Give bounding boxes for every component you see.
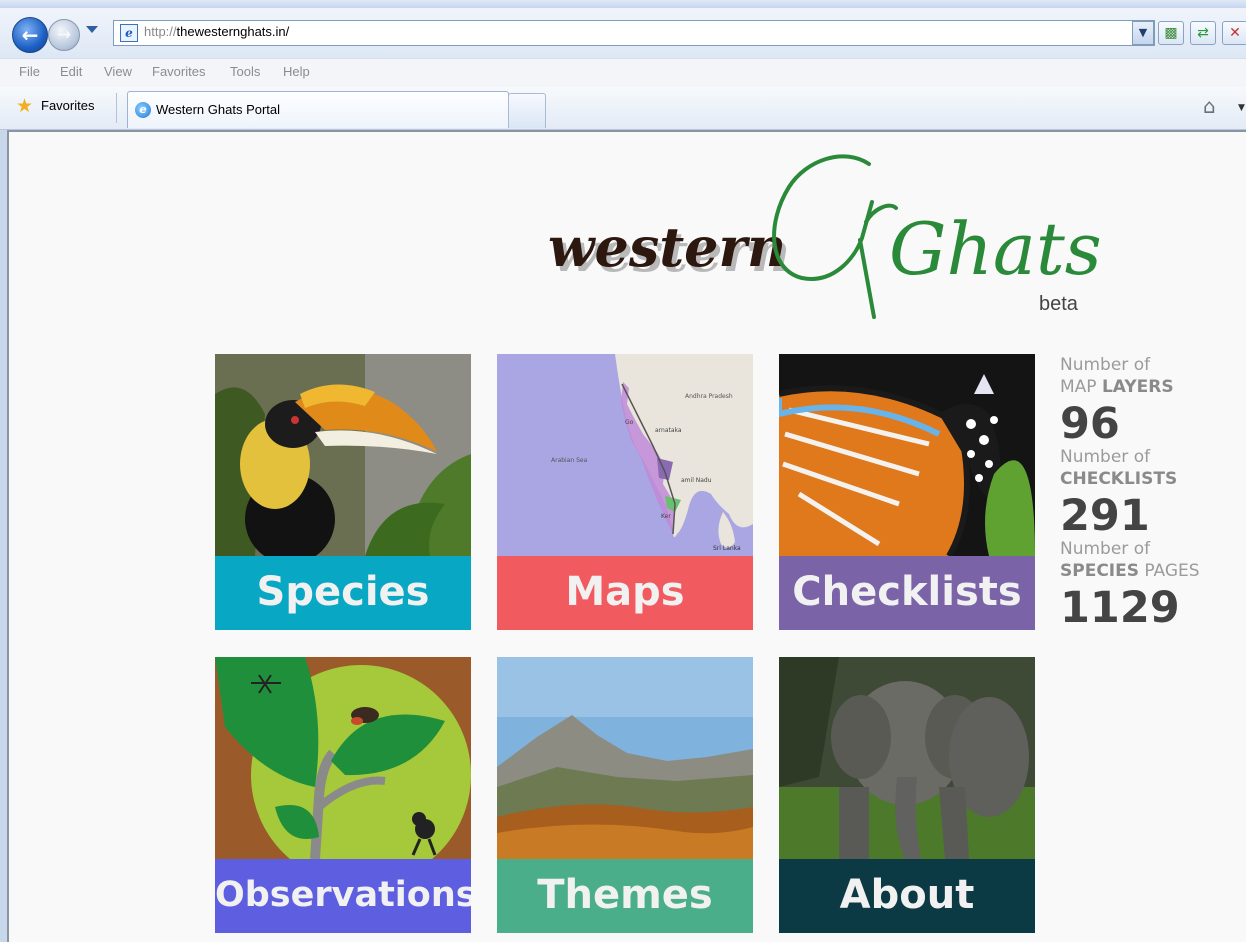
observations-label: Observations [215, 875, 471, 915]
menu-bar: File Edit View Favorites Tools Help [0, 58, 1246, 87]
active-tab[interactable]: e Western Ghats Portal [127, 91, 509, 128]
tile-species[interactable]: Species [215, 354, 471, 630]
about-label-bar: About [779, 859, 1035, 933]
back-button[interactable]: ← [12, 17, 48, 53]
about-label: About [839, 872, 975, 918]
back-arrow-icon: ← [21, 23, 39, 47]
address-url[interactable]: http://thewesternghats.in/ [144, 24, 289, 39]
map-label-arabian: Arabian Sea [551, 457, 588, 464]
themes-label-bar: Themes [497, 859, 753, 933]
ie-tab-icon: e [135, 102, 151, 118]
stat-caption-light: Number of [1060, 539, 1151, 559]
maps-label-bar: Maps [497, 556, 753, 630]
species-label-bar: Species [215, 556, 471, 630]
tab-bar: ★ Favorites e Western Ghats Portal ⌂ ▼ [0, 87, 1246, 130]
india-map-image: Andhra Pradesh Arabian Sea arnataka amil… [497, 354, 753, 556]
stat-caption-post: PAGES [1138, 561, 1200, 581]
stat-caption-bold: SPECIES [1060, 561, 1139, 581]
hornbill-image [215, 354, 471, 556]
menu-favorites[interactable]: Favorites [152, 64, 205, 79]
menu-tools[interactable]: Tools [230, 64, 260, 79]
stat-caption-bold: CHECKLISTS [1060, 469, 1178, 489]
page-icon: e [120, 24, 138, 42]
tile-themes[interactable]: Themes [497, 657, 753, 933]
toolbar-divider [116, 93, 117, 123]
checklists-label: Checklists [792, 569, 1022, 615]
menu-edit[interactable]: Edit [60, 64, 82, 79]
favorites-button[interactable]: Favorites [41, 98, 94, 113]
stop-button[interactable]: ✕ [1222, 21, 1246, 45]
observations-label-bar: Observations [215, 859, 471, 933]
themes-label: Themes [537, 872, 713, 918]
maps-label: Maps [565, 569, 685, 615]
map-label-karnataka: arnataka [655, 427, 682, 434]
site-stats: Number of MAP LAYERS 96 Number of CHECKLIS… [1060, 354, 1246, 633]
refresh-button[interactable]: ⇄ [1190, 21, 1216, 45]
menu-file[interactable]: File [19, 64, 40, 79]
logo-beta: beta [1039, 293, 1079, 315]
tile-checklists[interactable]: Checklists [779, 354, 1035, 630]
map-label-srilanka: Sri Lanka [713, 545, 741, 552]
logo-word-ghats: Ghats [889, 207, 1102, 291]
tab-title: Western Ghats Portal [156, 102, 281, 117]
navigation-bar: ← → e http://thewesternghats.in/ ▼ ▩ ⇄ ✕ [0, 8, 1246, 58]
window-top-strip [0, 0, 1246, 8]
menu-view[interactable]: View [104, 64, 132, 79]
home-icon[interactable]: ⌂ [1203, 95, 1216, 117]
species-pages-count: 1129 [1060, 583, 1180, 633]
address-bar[interactable]: e http://thewesternghats.in/ [113, 20, 1155, 46]
forward-button[interactable]: → [48, 19, 80, 51]
tile-maps[interactable]: Andhra Pradesh Arabian Sea arnataka amil… [497, 354, 753, 630]
recent-pages-dropdown-icon[interactable] [86, 26, 98, 33]
forward-arrow-icon: → [56, 25, 72, 45]
stat-caption-light: Number of [1060, 447, 1151, 467]
species-pages-caption: Number of SPECIES PAGES [1060, 538, 1246, 582]
page-content: western western Ghats beta Species Andhr… [7, 130, 1246, 942]
checklists-count: 291 [1060, 491, 1150, 541]
new-tab-button[interactable] [508, 93, 546, 128]
map-label-goa: Go [625, 419, 634, 426]
mountain-image [497, 657, 753, 859]
logo-g-stroke [772, 154, 898, 319]
menu-help[interactable]: Help [283, 64, 310, 79]
logo-word-western: western [548, 215, 786, 279]
observations-illustration [215, 657, 471, 859]
compatibility-view-button[interactable]: ▩ [1158, 21, 1184, 45]
favorites-star-icon[interactable]: ★ [16, 96, 33, 116]
checklists-label-bar: Checklists [779, 556, 1035, 630]
url-prefix: http:// [144, 24, 177, 39]
stat-caption-light: Number of [1060, 355, 1151, 375]
map-layers-count: 96 [1060, 399, 1120, 449]
map-label-andhra: Andhra Pradesh [685, 393, 733, 400]
stat-caption-bold: LAYERS [1101, 377, 1174, 397]
species-label: Species [256, 569, 430, 615]
logo-graphic: western western Ghats beta [548, 154, 1102, 319]
address-dropdown-button[interactable]: ▼ [1132, 21, 1154, 45]
butterfly-image [779, 354, 1035, 556]
tile-about[interactable]: About [779, 657, 1035, 933]
site-logo[interactable]: western western Ghats beta [544, 142, 1104, 322]
checklists-caption: Number of CHECKLISTS [1060, 446, 1246, 490]
map-label-tamil: amil Nadu [681, 477, 712, 484]
elephant-image [779, 657, 1035, 859]
url-host: thewesternghats.in/ [176, 24, 290, 39]
map-layers-caption: Number of MAP LAYERS [1060, 354, 1246, 398]
tile-observations[interactable]: Observations [215, 657, 471, 933]
stat-caption-pre: MAP [1060, 377, 1102, 397]
map-label-kerala: Ker [661, 513, 671, 520]
home-dropdown-icon[interactable]: ▼ [1238, 103, 1245, 113]
